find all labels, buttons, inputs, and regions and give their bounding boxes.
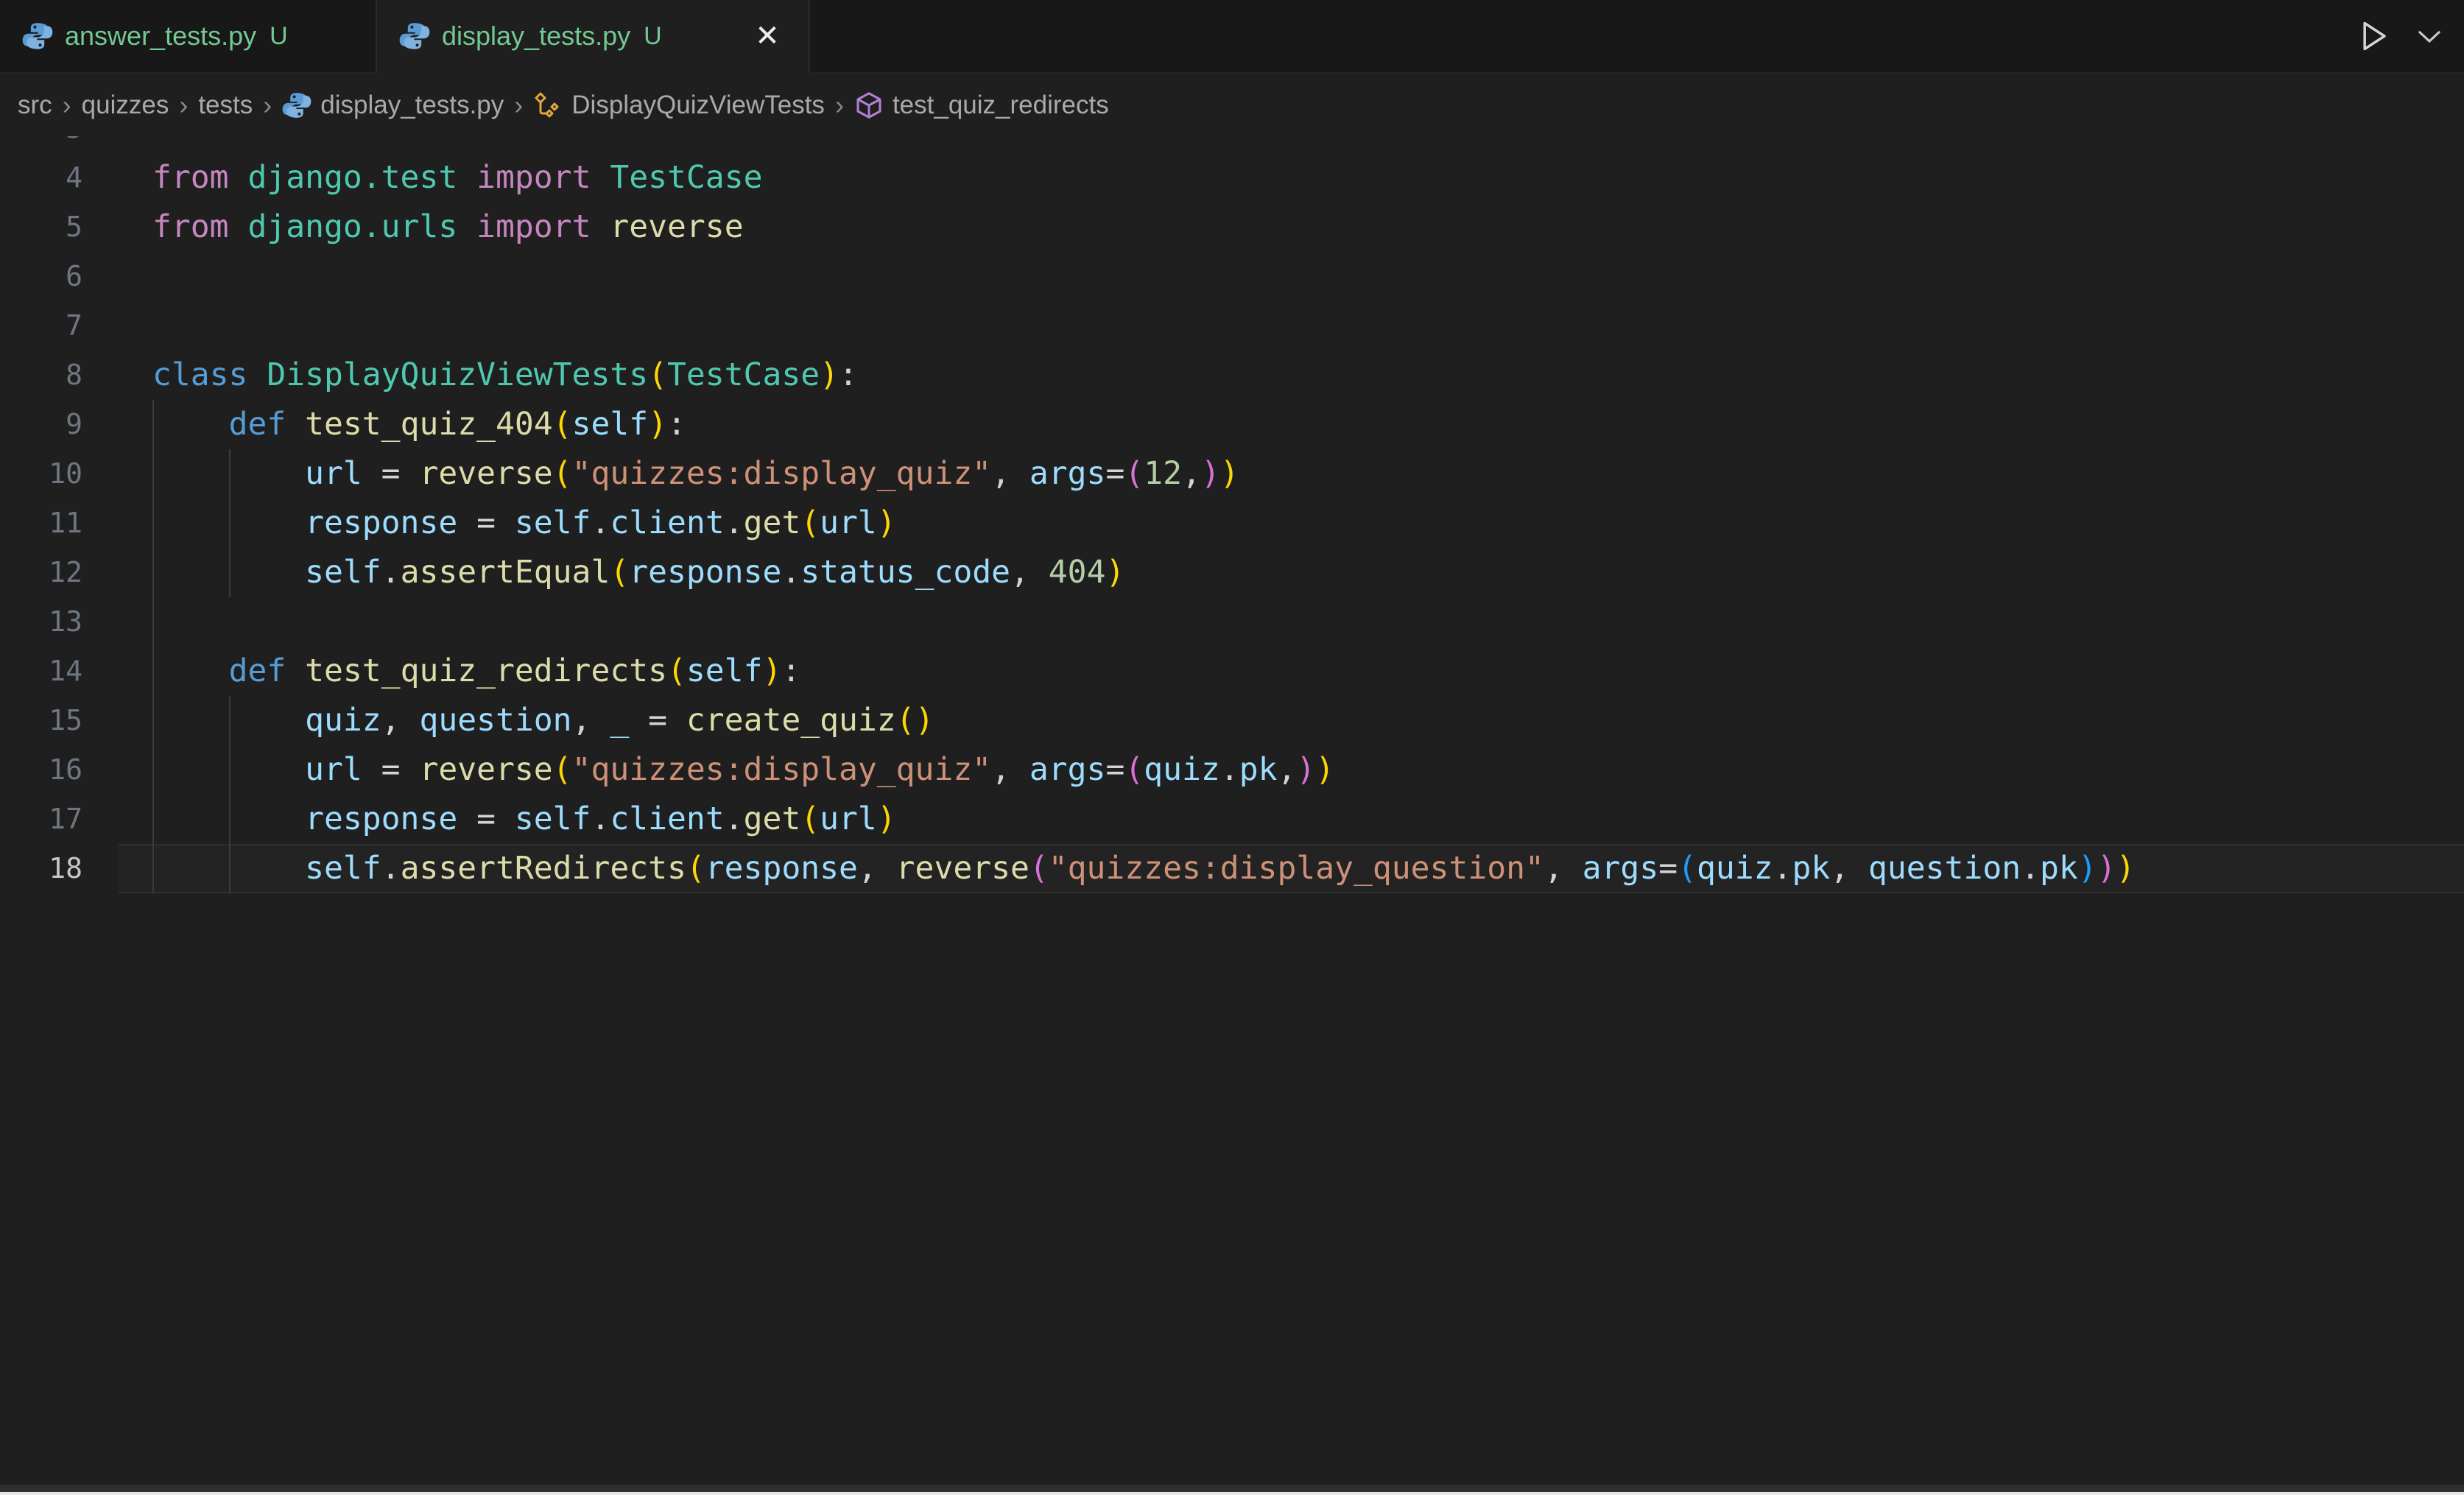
breadcrumb-item-file[interactable]: display_tests.py: [282, 91, 504, 120]
code-text: from django.test import TestCase: [118, 153, 2464, 203]
code-text: def test_quiz_redirects(self):: [118, 647, 2464, 696]
code-line[interactable]: 17 response = self.client.get(url): [0, 795, 2464, 844]
code-line[interactable]: 7: [0, 301, 2464, 351]
code-line[interactable]: 11 response = self.client.get(url): [0, 499, 2464, 548]
code-text: quiz, question, _ = create_quiz(): [118, 696, 2464, 745]
breadcrumb: src › quizzes › tests › display_tests.py…: [0, 74, 2464, 136]
code-line[interactable]: 14 def test_quiz_redirects(self):: [0, 647, 2464, 696]
code-line[interactable]: 3: [0, 136, 2464, 153]
tab-label: display_tests.py: [442, 21, 630, 52]
code-text: [118, 136, 2464, 153]
breadcrumb-separator: ›: [52, 90, 82, 121]
line-number: 14: [0, 647, 118, 696]
code-line[interactable]: 8class DisplayQuizViewTests(TestCase):: [0, 351, 2464, 400]
line-number: 3: [0, 136, 118, 153]
code-text: [118, 301, 2464, 351]
breadcrumb-item-quizzes[interactable]: quizzes: [82, 91, 169, 120]
git-untracked-badge: U: [644, 22, 662, 51]
editor-actions: [2354, 0, 2464, 72]
line-number: 9: [0, 400, 118, 449]
code-text: class DisplayQuizViewTests(TestCase):: [118, 351, 2464, 400]
python-icon: [399, 21, 430, 52]
line-number: 15: [0, 696, 118, 745]
tab-label: answer_tests.py: [65, 21, 256, 52]
python-icon: [22, 21, 53, 52]
code-text: response = self.client.get(url): [118, 795, 2464, 844]
code-text: self.assertRedirects(response, reverse("…: [118, 844, 2464, 893]
code-text: response = self.client.get(url): [118, 499, 2464, 548]
breadcrumb-item-method[interactable]: test_quiz_redirects: [854, 91, 1109, 120]
code-line[interactable]: 10 url = reverse("quizzes:display_quiz",…: [0, 449, 2464, 499]
code-line[interactable]: 12 self.assertEqual(response.status_code…: [0, 548, 2464, 597]
breadcrumb-separator: ›: [253, 90, 282, 121]
symbol-method-icon: [854, 91, 884, 120]
line-number: 11: [0, 499, 118, 548]
line-number: 4: [0, 153, 118, 203]
code-line[interactable]: 4from django.test import TestCase: [0, 153, 2464, 203]
close-icon[interactable]: ✕: [748, 17, 786, 55]
git-untracked-badge: U: [270, 22, 288, 51]
line-number: 8: [0, 351, 118, 400]
line-number: 18: [0, 844, 118, 893]
breadcrumb-separator: ›: [169, 90, 198, 121]
tab-bar: answer_tests.py U display_tests.py U ✕: [0, 0, 2464, 74]
code-text: def test_quiz_404(self):: [118, 400, 2464, 449]
run-icon[interactable]: [2354, 15, 2395, 57]
line-number: 16: [0, 745, 118, 795]
code-line[interactable]: 9 def test_quiz_404(self):: [0, 400, 2464, 449]
line-number: 10: [0, 449, 118, 499]
line-number: 13: [0, 597, 118, 647]
code-line[interactable]: 16 url = reverse("quizzes:display_quiz",…: [0, 745, 2464, 795]
code-text: self.assertEqual(response.status_code, 4…: [118, 548, 2464, 597]
tab-display-tests[interactable]: display_tests.py U ✕: [377, 0, 810, 72]
breadcrumb-item-src[interactable]: src: [18, 91, 52, 120]
breadcrumb-item-class[interactable]: DisplayQuizViewTests: [533, 91, 825, 120]
code-line[interactable]: 15 quiz, question, _ = create_quiz(): [0, 696, 2464, 745]
code-line[interactable]: 18 self.assertRedirects(response, revers…: [0, 844, 2464, 893]
code-text: from django.urls import reverse: [118, 203, 2464, 252]
vscode-window: answer_tests.py U display_tests.py U ✕: [0, 0, 2464, 1495]
breadcrumb-separator: ›: [825, 90, 854, 121]
breadcrumb-separator: ›: [504, 90, 533, 121]
code-line[interactable]: 5from django.urls import reverse: [0, 203, 2464, 252]
line-number: 5: [0, 203, 118, 252]
code-text: url = reverse("quizzes:display_quiz", ar…: [118, 745, 2464, 795]
horizontal-scrollbar[interactable]: [0, 1485, 2464, 1492]
line-number: 6: [0, 252, 118, 301]
line-number: 17: [0, 795, 118, 844]
tab-answer-tests[interactable]: answer_tests.py U: [0, 0, 377, 72]
symbol-class-icon: [533, 91, 563, 120]
line-number: 12: [0, 548, 118, 597]
breadcrumb-item-tests[interactable]: tests: [198, 91, 253, 120]
code-line[interactable]: 13: [0, 597, 2464, 647]
code-editor[interactable]: 34from django.test import TestCase5from …: [0, 136, 2464, 1485]
chevron-down-icon[interactable]: [2414, 21, 2445, 52]
code-line[interactable]: 6: [0, 252, 2464, 301]
window-bottom-edge: [0, 1492, 2464, 1495]
code-text: [118, 597, 2464, 647]
line-number: 7: [0, 301, 118, 351]
python-icon: [282, 91, 311, 120]
code-text: [118, 252, 2464, 301]
code-lines: 34from django.test import TestCase5from …: [0, 136, 2464, 893]
code-text: url = reverse("quizzes:display_quiz", ar…: [118, 449, 2464, 499]
